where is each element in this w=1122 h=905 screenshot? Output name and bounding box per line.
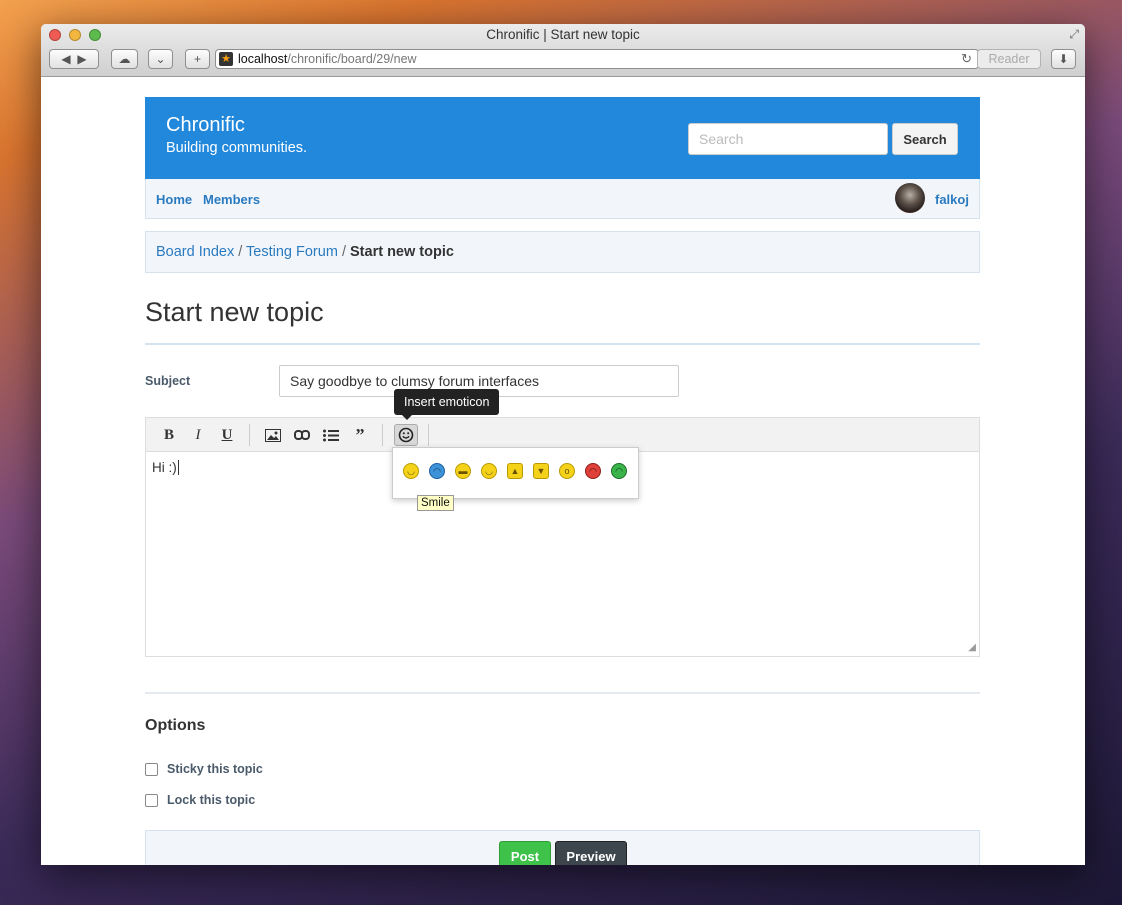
lock-option: Lock this topic xyxy=(145,793,255,807)
image-icon[interactable] xyxy=(261,424,285,446)
breadcrumb-current: Start new topic xyxy=(350,244,454,260)
thumbs-up-emoticon-icon[interactable]: ▲ xyxy=(507,463,523,479)
post-button[interactable]: Post xyxy=(499,841,551,865)
link-icon[interactable] xyxy=(290,424,314,446)
back-arrow-icon[interactable]: ◀ xyxy=(61,52,70,66)
breadcrumb-board-index[interactable]: Board Index xyxy=(156,244,234,260)
site-favicon-icon: ★ xyxy=(219,52,233,66)
sticky-option: Sticky this topic xyxy=(145,762,263,776)
smile-emoticon-icon[interactable]: ◡ xyxy=(403,463,419,479)
browser-titlebar: Chronific | Start new topic ⤢ ◀ ▶ ☁ ⌄ + … xyxy=(41,24,1085,77)
options-divider xyxy=(145,692,980,694)
back-forward-buttons[interactable]: ◀ ▶ xyxy=(49,49,99,69)
form-actions: Post Preview xyxy=(145,830,980,865)
nav-members-link[interactable]: Members xyxy=(203,192,260,207)
sticky-checkbox[interactable] xyxy=(145,762,158,776)
icloud-tabs-button[interactable]: ☁ xyxy=(111,49,138,69)
quote-icon[interactable]: ” xyxy=(348,424,372,446)
cloud-icon: ☁ xyxy=(118,52,131,66)
title-divider xyxy=(145,343,980,345)
username-link[interactable]: falkoj xyxy=(935,192,969,207)
site-name[interactable]: Chronific xyxy=(166,114,245,137)
subject-label: Subject xyxy=(145,374,191,388)
nav-home-link[interactable]: Home xyxy=(156,192,192,207)
page-content: Chronific Building communities. Search H… xyxy=(41,77,1085,865)
lock-label[interactable]: Lock this topic xyxy=(167,793,255,807)
sticky-label[interactable]: Sticky this topic xyxy=(167,762,263,776)
plus-icon: + xyxy=(193,52,201,66)
reading-list-button[interactable]: ⌄ xyxy=(148,49,173,69)
list-icon[interactable] xyxy=(319,424,343,446)
browser-window: Chronific | Start new topic ⤢ ◀ ▶ ☁ ⌄ + … xyxy=(41,24,1085,865)
toolbar-divider xyxy=(428,424,429,446)
italic-icon[interactable]: I xyxy=(186,424,210,446)
reader-button[interactable]: Reader xyxy=(977,49,1041,69)
toolbar-divider xyxy=(249,424,250,446)
wink-emoticon-icon[interactable]: ◡ xyxy=(481,463,497,479)
angry-emoticon-icon[interactable]: ◠ xyxy=(585,463,601,479)
page-title: Start new topic xyxy=(145,297,324,327)
downloads-button[interactable]: ⬇ xyxy=(1051,49,1076,69)
options-heading: Options xyxy=(145,717,206,734)
main-nav: Home Members falkoj xyxy=(145,179,980,219)
breadcrumb-separator: / xyxy=(238,244,247,260)
surprised-emoticon-icon[interactable]: o xyxy=(559,463,575,479)
search-button[interactable]: Search xyxy=(892,123,958,155)
editor-content[interactable]: Hi :) xyxy=(152,460,179,475)
thumbs-down-emoticon-icon[interactable]: ▼ xyxy=(533,463,549,479)
reload-icon[interactable]: ↻ xyxy=(961,50,972,68)
grin-emoticon-icon[interactable]: ▬ xyxy=(455,463,471,479)
sad-emoticon-icon[interactable]: ◠ xyxy=(429,463,445,479)
window-title: Chronific | Start new topic xyxy=(486,27,640,42)
forward-arrow-icon[interactable]: ▶ xyxy=(77,52,86,66)
fullscreen-icon[interactable]: ⤢ xyxy=(1069,27,1079,42)
emoticon-icon[interactable] xyxy=(394,424,418,446)
breadcrumb: Board Index / Testing Forum / Start new … xyxy=(145,231,980,273)
url-path: /chronific/board/29/new xyxy=(287,52,417,66)
breadcrumb-testing-forum[interactable]: Testing Forum xyxy=(246,244,338,260)
breadcrumb-separator: / xyxy=(341,244,350,260)
address-bar[interactable]: ★ localhost/chronific/board/29/new ↻ xyxy=(215,49,979,69)
site-header: Chronific Building communities. Search xyxy=(145,97,980,179)
avatar[interactable] xyxy=(895,183,925,213)
toolbar-divider xyxy=(382,424,383,446)
lock-checkbox[interactable] xyxy=(145,793,158,807)
site-tagline: Building communities. xyxy=(166,140,308,156)
pocket-icon: ⌄ xyxy=(155,52,166,66)
url-host: localhost xyxy=(238,52,288,66)
emoticon-hover-tooltip: Smile xyxy=(417,495,454,511)
underline-icon[interactable]: U xyxy=(215,424,239,446)
search-input[interactable] xyxy=(688,123,888,155)
new-tab-button[interactable]: + xyxy=(185,49,210,69)
bold-icon[interactable]: B xyxy=(157,424,181,446)
sick-emoticon-icon[interactable]: ◠ xyxy=(611,463,627,479)
emoticon-picker: ◡ ◠ ▬ ◡ ▲ ▼ o ◠ ◠ xyxy=(392,447,639,499)
text-caret xyxy=(177,460,179,475)
download-icon: ⬇ xyxy=(1058,52,1069,66)
insert-emoticon-tooltip: Insert emoticon xyxy=(394,389,500,420)
resize-handle-icon[interactable]: ◢ xyxy=(968,642,976,653)
preview-button[interactable]: Preview xyxy=(555,841,627,865)
editor-text: Hi :) xyxy=(152,460,177,475)
